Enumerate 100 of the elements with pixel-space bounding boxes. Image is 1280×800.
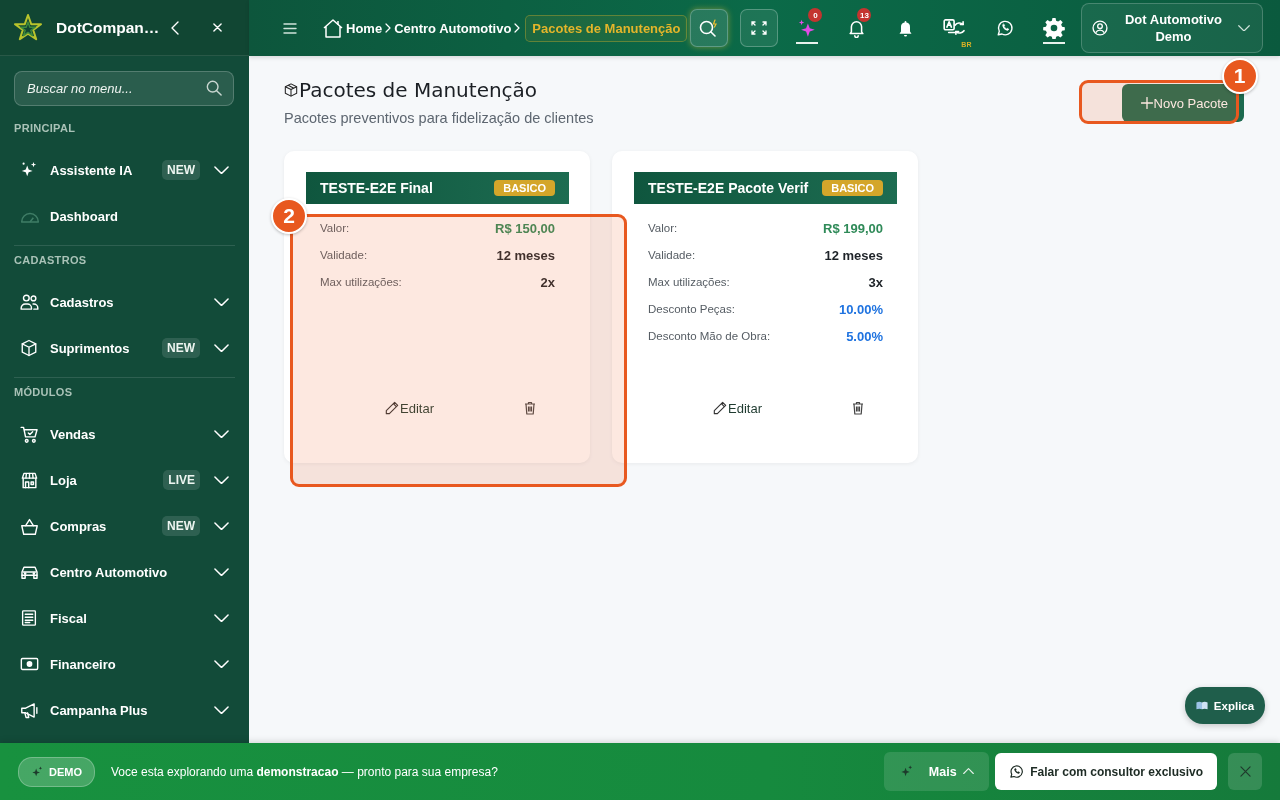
- field-label: Valor:: [648, 222, 678, 234]
- breadcrumb-link[interactable]: Home: [320, 18, 385, 38]
- tier-tag: BASICO: [494, 180, 555, 196]
- user-menu-button[interactable]: Dot Automotivo Demo: [1081, 3, 1264, 53]
- gear-icon: [1043, 17, 1066, 39]
- section-heading: CADASTROS: [14, 253, 88, 268]
- field-label: Desconto Peças:: [648, 303, 735, 315]
- chevron-up-icon: [962, 768, 974, 775]
- field-label: Desconto Mão de Obra:: [648, 330, 771, 342]
- field-label: Validade:: [648, 249, 696, 261]
- delete-button[interactable]: [524, 401, 536, 415]
- storefront-icon: [20, 470, 39, 490]
- sidebar-item[interactable]: Financeiro: [0, 641, 249, 687]
- field-value: 12 meses: [824, 247, 883, 263]
- field-value: R$ 199,00: [823, 220, 883, 236]
- help-button[interactable]: Explica: [1185, 687, 1265, 724]
- page-subtitle: Pacotes preventivos para fidelização de clientes: [284, 109, 594, 128]
- star-logo-icon: [13, 12, 43, 43]
- step-number: 1: [1221, 58, 1258, 94]
- field-value: R$ 150,00: [495, 220, 555, 236]
- book-icon: [1195, 701, 1208, 710]
- sparkle-icon: [31, 765, 43, 778]
- cart-icon: [20, 424, 39, 444]
- field-value: 10.00%: [838, 301, 883, 317]
- step-number: 2: [271, 198, 307, 234]
- expand-icon: [751, 21, 768, 35]
- demo-message: Voce esta explorando uma demonstracao — pronto para sua empresa?: [111, 764, 499, 779]
- package-name: TESTE-E2E Pacote Verif: [648, 180, 809, 196]
- count-badge: 13: [857, 8, 872, 22]
- chevron-down-icon: [1238, 24, 1251, 32]
- search-button[interactable]: [690, 9, 729, 47]
- edit-button[interactable]: Editar: [713, 400, 762, 416]
- pencil-icon: [713, 401, 727, 415]
- bell-icon: [897, 19, 913, 37]
- consultant-button[interactable]: Falar com consultor exclusivo: [995, 753, 1217, 790]
- menu-tag: LIVE: [163, 470, 200, 490]
- breadcrumb-link[interactable]: Centro Automotivo: [392, 20, 514, 36]
- more-button[interactable]: Mais: [884, 752, 990, 791]
- sidebar-item[interactable]: Cadastros: [0, 279, 249, 325]
- menu-icon: [283, 22, 297, 34]
- menu-button[interactable]: [283, 22, 297, 34]
- menu-tag: NEW: [162, 160, 200, 180]
- close-icon: [1239, 766, 1251, 777]
- megaphone-icon: [20, 701, 39, 719]
- field-value: 2x: [540, 274, 555, 290]
- sidebar-item[interactable]: Fiscal: [0, 595, 249, 641]
- breadcrumb-separator-icon: [514, 23, 521, 33]
- tier-tag: BASICO: [822, 180, 883, 196]
- bell-icon: [847, 18, 865, 38]
- sidebar-item[interactable]: Loja LIVE: [0, 457, 249, 503]
- car-icon: [20, 564, 39, 580]
- demo-label: DEMO: [49, 765, 82, 778]
- search-icon: [699, 19, 720, 37]
- sidebar-item[interactable]: Suprimentos NEW: [0, 325, 249, 371]
- sidebar-item[interactable]: Campanha Plus: [0, 687, 249, 733]
- trash-icon: [524, 401, 536, 415]
- breadcrumb-separator-icon: [385, 23, 392, 33]
- menu-tag: NEW: [162, 338, 200, 358]
- sidebar-item[interactable]: Compras NEW: [0, 503, 249, 549]
- search-icon: [206, 80, 222, 96]
- field-value: 3x: [868, 274, 883, 290]
- field-value: 12 meses: [496, 247, 555, 263]
- field-label: Max utilizações:: [648, 276, 730, 288]
- package-name: TESTE-E2E Final: [320, 180, 433, 196]
- home-icon: [322, 18, 344, 38]
- field-label: Validade:: [320, 249, 368, 261]
- banknote-icon: [20, 657, 39, 671]
- edit-button[interactable]: Editar: [385, 400, 434, 416]
- field-label: Max utilizações:: [320, 276, 402, 288]
- close-icon: [213, 23, 222, 32]
- box-icon: [284, 83, 298, 97]
- page-title: Pacotes de Manutenção: [299, 77, 538, 104]
- basket-icon: [20, 517, 39, 535]
- users-icon: [20, 294, 39, 310]
- whatsapp-icon: [1009, 764, 1025, 779]
- sidebar-item[interactable]: Centro Automotivo: [0, 549, 249, 595]
- translate-icon: [943, 19, 968, 37]
- whatsapp-icon: [996, 19, 1015, 37]
- section-heading: PRINCIPAL: [14, 121, 77, 136]
- count-badge: 0: [808, 8, 823, 22]
- receipt-icon: [20, 609, 38, 627]
- new-package-button[interactable]: Novo Pacote: [1121, 84, 1244, 122]
- user-avatar-icon: [1092, 20, 1109, 36]
- chevron-left-icon: [171, 20, 179, 35]
- menu-tag: NEW: [162, 516, 200, 536]
- trash-icon: [852, 401, 864, 415]
- section-heading: MÓDULOS: [14, 385, 74, 400]
- box-icon: [20, 339, 38, 357]
- pencil-icon: [385, 401, 399, 415]
- plus-icon: [1140, 97, 1153, 109]
- close-button[interactable]: [213, 23, 222, 32]
- field-value: 5.00%: [846, 328, 883, 344]
- fullscreen-button[interactable]: [740, 9, 779, 47]
- collapse-button[interactable]: [171, 20, 179, 35]
- sidebar-item[interactable]: Vendas: [0, 411, 249, 457]
- brand-name: DotCompan…: [56, 18, 159, 37]
- field-label: Valor:: [320, 222, 350, 234]
- sidebar-item[interactable]: Dashboard: [0, 193, 249, 239]
- sidebar-item[interactable]: Assistente IA NEW: [0, 147, 249, 193]
- delete-button[interactable]: [852, 401, 864, 415]
